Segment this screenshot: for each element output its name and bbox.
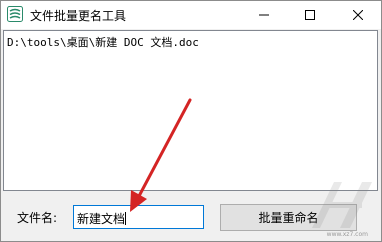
close-icon: [353, 10, 363, 20]
app-icon: [7, 6, 23, 22]
watermark-logo: [312, 182, 372, 228]
list-item[interactable]: D:\tools\桌面\新建 DOC 文档.doc: [7, 34, 199, 50]
text-caret: [125, 212, 127, 225]
window-title: 文件批量更名工具: [30, 9, 127, 23]
filename-input[interactable]: 新建文档: [73, 205, 204, 229]
title-bar[interactable]: 文件批量更名工具: [1, 1, 381, 29]
file-list[interactable]: D:\tools\桌面\新建 DOC 文档.doc: [3, 30, 378, 191]
filename-value: 新建文档: [77, 212, 126, 226]
filename-label: 文件名:: [17, 211, 58, 225]
minimize-button[interactable]: [241, 1, 287, 29]
close-button[interactable]: [335, 1, 381, 29]
minimize-icon: [259, 14, 269, 16]
watermark-text: www.xz7.com: [326, 231, 368, 238]
maximize-icon: [305, 10, 315, 20]
maximize-button[interactable]: [287, 1, 333, 29]
